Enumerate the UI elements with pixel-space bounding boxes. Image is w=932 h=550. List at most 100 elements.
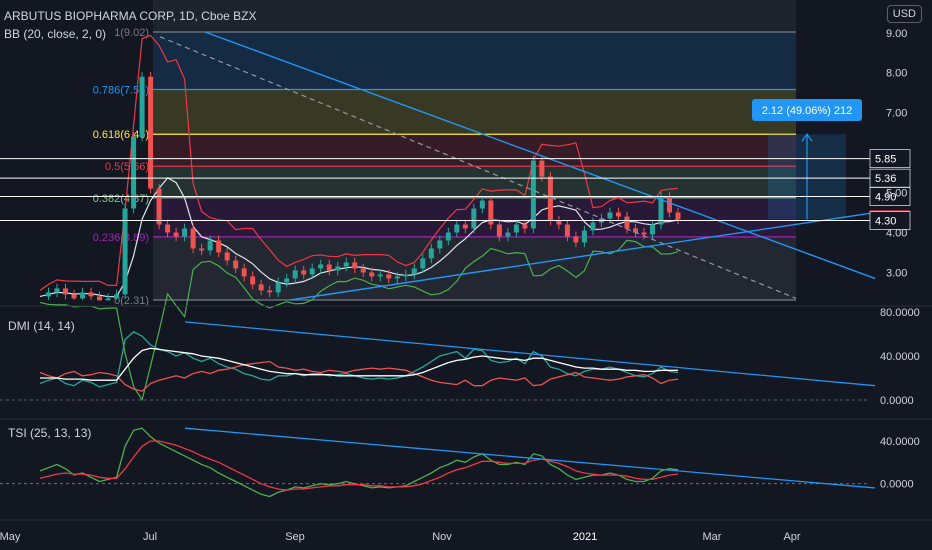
candle-body: [224, 252, 230, 261]
candle-body: [411, 268, 417, 275]
candle-body: [590, 222, 596, 231]
candle-body: [156, 188, 162, 225]
candle-body: [97, 296, 103, 301]
candle-body: [267, 290, 273, 293]
candle-body: [675, 212, 681, 220]
candle-body: [63, 288, 69, 295]
fib-label: 0.236(3.89): [93, 232, 149, 244]
candle-body: [403, 274, 409, 277]
indicator-label: TSI (25, 13, 13): [8, 426, 91, 440]
candle-body: [513, 224, 519, 233]
candle-body: [199, 248, 205, 251]
candle-body: [241, 268, 247, 277]
candle-body: [386, 274, 392, 279]
fib-zone: [153, 166, 796, 198]
candle-body: [377, 274, 383, 277]
candle-body: [301, 270, 307, 275]
bb-indicator-label[interactable]: BB (20, close, 2, 0): [4, 27, 106, 41]
candle-body: [335, 266, 341, 271]
indicator-axis-tick: 80.0000: [880, 307, 920, 319]
fib-zone: [153, 32, 796, 90]
candle-body: [80, 292, 86, 299]
candle-body: [216, 240, 222, 253]
candle-body: [581, 230, 587, 243]
candle-body: [641, 232, 647, 235]
candle-body: [539, 160, 545, 177]
price-label: 5.85: [875, 154, 896, 166]
candle-body: [564, 224, 570, 237]
candle-body: [233, 260, 239, 269]
candle-body: [624, 216, 630, 229]
candle-body: [250, 276, 256, 285]
candle-body: [173, 232, 179, 237]
candle-body: [445, 232, 451, 241]
candle-body: [165, 224, 171, 233]
candle-body: [318, 264, 324, 269]
time-axis-tick: Jul: [143, 531, 157, 543]
candle-body: [607, 212, 613, 219]
candle-body: [207, 240, 213, 251]
candle-body: [326, 264, 332, 271]
price-axis-tick: 4.00: [886, 228, 907, 240]
candle-body: [182, 228, 188, 237]
candle-body: [105, 298, 111, 301]
candle-body: [148, 76, 154, 189]
candle-body: [479, 200, 485, 209]
indicator-axis-tick: 0.0000: [880, 395, 914, 407]
fib-zone: [153, 236, 796, 300]
time-axis-tick: 2021: [573, 531, 597, 543]
candle-body: [505, 232, 511, 237]
candle-body: [420, 258, 426, 269]
indicator-axis-tick: 0.0000: [880, 479, 914, 491]
candle-body: [139, 76, 145, 137]
candle-body: [496, 224, 502, 237]
candle-body: [54, 288, 60, 293]
candle-body: [343, 262, 349, 267]
time-axis-tick: Sep: [285, 531, 305, 543]
candle-body: [190, 228, 196, 249]
time-axis-tick: Nov: [432, 531, 452, 543]
candle-body: [615, 212, 621, 217]
chart-title: ARBUTUS BIOPHARMA CORP, 1D, Cboe BZX: [4, 9, 257, 23]
fib-label: 1(9.02): [114, 27, 149, 39]
candle-body: [46, 292, 52, 297]
candle-body: [369, 272, 375, 277]
time-axis-tick: Apr: [783, 531, 800, 543]
fib-zone: [153, 134, 796, 167]
price-axis-tick: 8.00: [886, 68, 907, 80]
measure-label: 2.12 (49.06%) 212: [762, 105, 853, 117]
candle-body: [292, 270, 298, 279]
price-axis-tick: 3.00: [886, 267, 907, 279]
fib-label: 0(2.31): [114, 295, 149, 307]
candle-body: [309, 268, 315, 275]
candle-body: [71, 294, 77, 299]
fib-label: 0.5(5.66): [105, 161, 149, 173]
candle-body: [284, 278, 290, 283]
currency-button[interactable]: USD: [886, 5, 922, 23]
fib-zone: [153, 89, 796, 135]
price-label: 5.36: [875, 173, 896, 185]
price-label: 4.30: [875, 216, 896, 228]
candle-body: [258, 284, 264, 291]
candle-body: [428, 248, 434, 259]
candle-body: [649, 224, 655, 235]
price-axis-tick: 5.00: [886, 188, 907, 200]
indicator-axis-tick: 40.0000: [880, 351, 920, 363]
candle-body: [114, 294, 120, 299]
indicator-label: DMI (14, 14): [8, 319, 75, 333]
candle-body: [394, 276, 400, 279]
fib-label: 0.382(4.87): [93, 193, 149, 205]
candle-body: [462, 224, 468, 229]
indicator-axis-tick: 40.0000: [880, 436, 920, 448]
candle-body: [352, 262, 358, 269]
candle-body: [454, 224, 460, 233]
chart-canvas[interactable]: 1(9.02)0.786(7.58)0.618(6.46)0.5(5.66)0.…: [0, 0, 932, 550]
time-axis-tick: May: [0, 531, 21, 543]
candle-body: [360, 268, 366, 273]
price-axis-tick: 7.00: [886, 108, 907, 120]
candle-body: [530, 160, 536, 229]
candle-body: [437, 240, 443, 249]
candle-body: [556, 220, 562, 225]
candle-body: [122, 208, 128, 295]
candle-body: [573, 236, 579, 243]
